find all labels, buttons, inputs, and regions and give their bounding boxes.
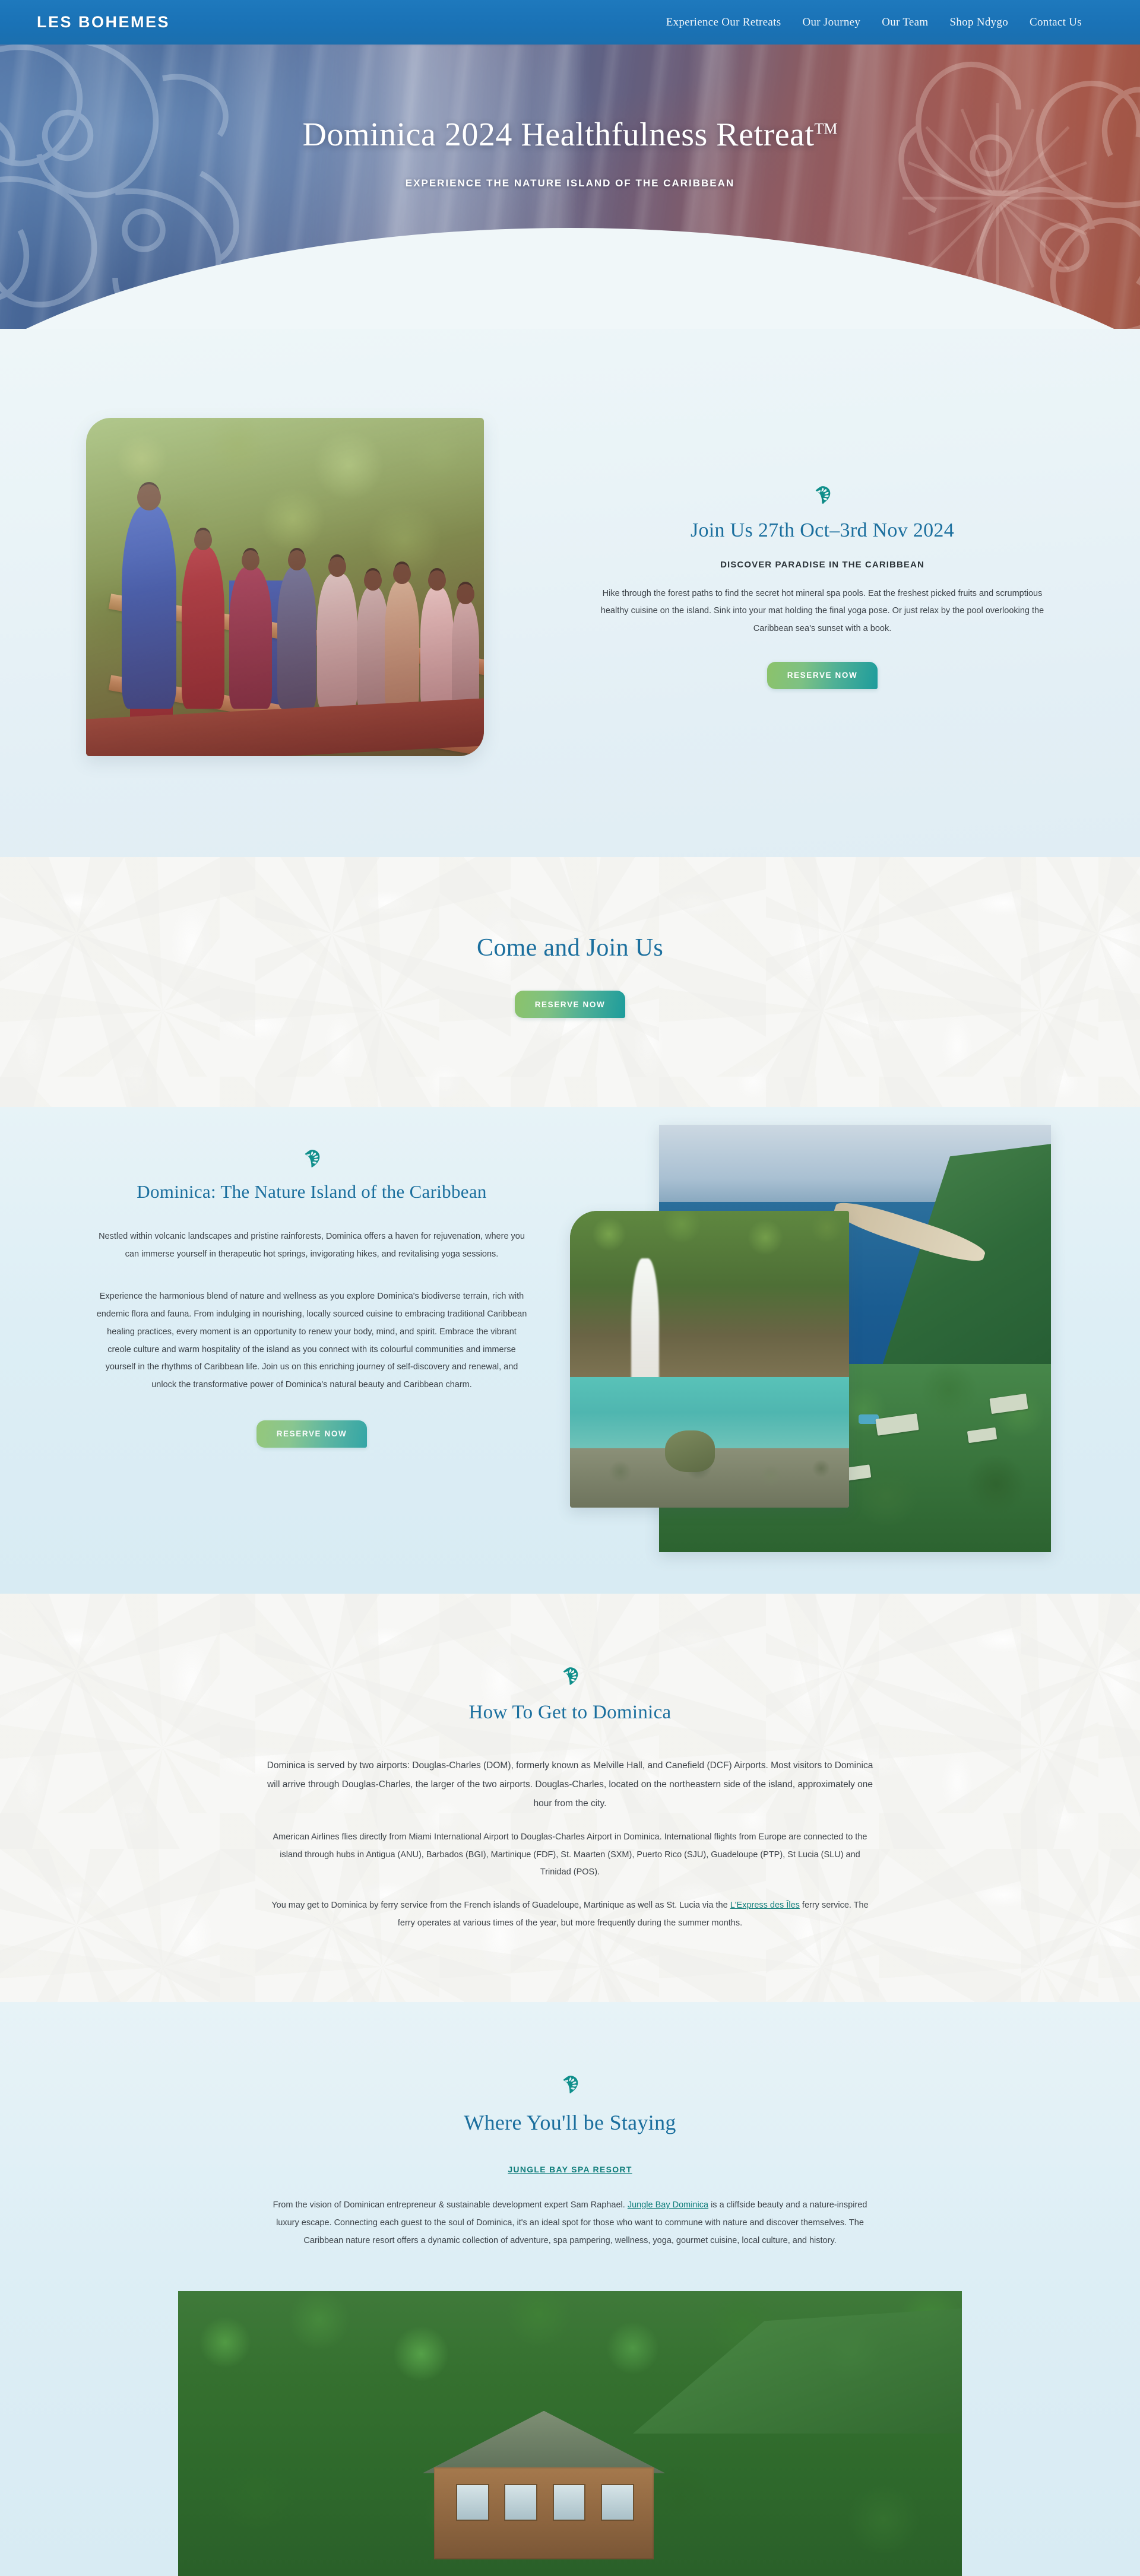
nav-item-experience-our-retreats[interactable]: Experience Our Retreats	[666, 16, 781, 29]
monstera-leaf-icon	[812, 485, 832, 505]
travel-paragraph-airports: Dominica is served by two airports: Doug…	[267, 1760, 873, 1809]
come-and-join-us-heading: Come and Join Us	[477, 934, 663, 962]
nature-island-section: Dominica: The Nature Island of the Carib…	[0, 1107, 1140, 1594]
where-staying-heading: Where You'll be Staying	[464, 2111, 676, 2135]
join-us-section: Join Us 27th Oct–3rd Nov 2024 DISCOVER P…	[0, 329, 1140, 857]
how-to-get-section: How To Get to Dominica Dominica is serve…	[0, 1594, 1140, 2003]
nature-island-content: Dominica: The Nature Island of the Carib…	[77, 1149, 546, 1448]
come-and-join-us-section: Come and Join Us RESERVE NOW	[0, 857, 1140, 1108]
nav-item-shop-ndygo[interactable]: Shop Ndygo	[949, 16, 1008, 29]
retreat-group-photo-column	[0, 418, 570, 756]
nature-island-paragraph-1: Nestled within volcanic landscapes and p…	[99, 1232, 525, 1259]
island-image-collage	[570, 1107, 1051, 1594]
how-to-get-heading: How To Get to Dominica	[468, 1702, 672, 1724]
jungle-bay-lodge-photo	[178, 2291, 962, 2576]
lexpress-des-iles-link[interactable]: L'Express des Îles	[730, 1901, 800, 1910]
site-header: LES BOHEMES Experience Our Retreats Our …	[0, 0, 1140, 45]
monstera-leaf-icon	[560, 1666, 580, 1686]
waterfall-pool-photo	[570, 1211, 849, 1508]
reserve-now-button[interactable]: RESERVE NOW	[514, 991, 626, 1019]
stay-paragraph: From the vision of Dominican entrepreneu…	[264, 2197, 876, 2250]
nature-island-heading: Dominica: The Nature Island of the Carib…	[137, 1181, 487, 1203]
join-us-heading: Join Us 27th Oct–3rd Nov 2024	[690, 519, 955, 542]
hero-title: Dominica 2024 Healthfulness RetreatTM	[303, 116, 838, 154]
hero-title-text: Dominica 2024 Healthfulness Retreat	[302, 116, 815, 153]
join-us-content: Join Us 27th Oct–3rd Nov 2024 DISCOVER P…	[570, 485, 1140, 689]
jungle-bay-dominica-link[interactable]: Jungle Bay Dominica	[628, 2200, 708, 2210]
travel-paragraph-ferry: You may get to Dominica by ferry service…	[264, 1897, 876, 1932]
monstera-leaf-icon	[302, 1149, 322, 1169]
landing-page: LES BOHEMES Experience Our Retreats Our …	[0, 0, 1140, 2576]
hero-trademark: TM	[814, 119, 838, 137]
main-navigation: Experience Our Retreats Our Journey Our …	[666, 16, 1104, 29]
brand-logo[interactable]: LES BOHEMES	[37, 14, 170, 30]
stay-text-before: From the vision of Dominican entrepreneu…	[273, 2200, 628, 2210]
nav-item-our-team[interactable]: Our Team	[882, 16, 928, 29]
where-staying-section: Where You'll be Staying JUNGLE BAY SPA R…	[0, 2002, 1140, 2576]
reserve-now-button[interactable]: RESERVE NOW	[767, 661, 878, 689]
travel-paragraph-flights: American Airlines flies directly from Mi…	[273, 1832, 867, 1877]
join-us-paragraph: Hike through the forest paths to find th…	[600, 588, 1044, 634]
reserve-now-button[interactable]: RESERVE NOW	[256, 1420, 368, 1448]
retreat-group-photo	[86, 418, 484, 756]
hero-subtitle: EXPERIENCE THE NATURE ISLAND OF THE CARI…	[405, 177, 735, 189]
ferry-text-before: You may get to Dominica by ferry service…	[271, 1900, 730, 1910]
nature-island-paragraph-2: Experience the harmonious blend of natur…	[96, 1292, 527, 1390]
jungle-bay-spa-resort-link[interactable]: JUNGLE BAY SPA RESORT	[0, 2165, 1140, 2174]
hero-banner: Dominica 2024 Healthfulness RetreatTM EX…	[0, 44, 1140, 329]
monstera-leaf-icon	[560, 2074, 580, 2095]
nav-item-contact-us[interactable]: Contact Us	[1030, 16, 1082, 29]
join-us-kicker: DISCOVER PARADISE IN THE CARIBBEAN	[720, 559, 924, 570]
nav-item-our-journey[interactable]: Our Journey	[802, 16, 860, 29]
